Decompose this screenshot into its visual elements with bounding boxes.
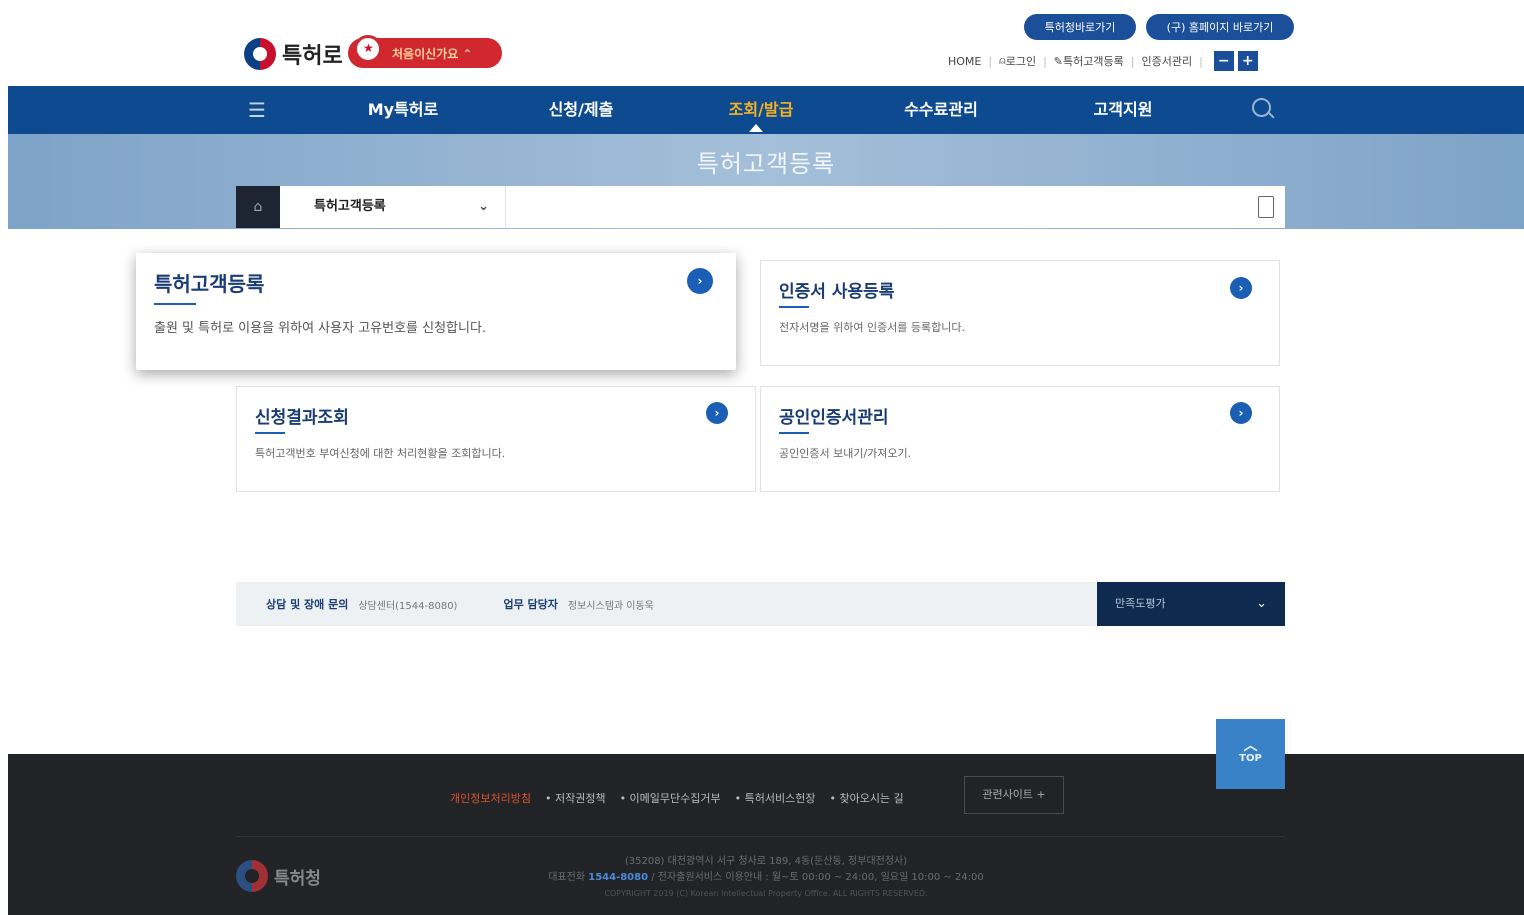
phone-line: 대표전화 1544-8080 / 전자출원서비스 이용안내 : 월~토 00:0…	[8, 870, 1524, 886]
phone-prefix: 대표전화	[548, 872, 586, 883]
arrow-right-icon[interactable]: ›	[1230, 402, 1252, 424]
site-footer: 개인정보처리방침 • 저작권정책 • 이메일무단수집거부 • 특허서비스헌장 •…	[8, 754, 1524, 915]
menu-icon[interactable]: ☰	[248, 98, 280, 122]
print-icon	[1258, 196, 1274, 218]
page-title: 특허고객등록	[696, 150, 836, 178]
site-logo[interactable]: 특허로	[244, 38, 343, 70]
manager-value: 정보시스템과 이동욱	[567, 600, 654, 612]
print-button[interactable]	[1248, 186, 1284, 228]
breadcrumb-selected-label: 특허고객등록	[314, 199, 386, 214]
old-homepage-link-button[interactable]: (구) 홈페이지 바로가기	[1146, 14, 1294, 40]
active-menu-caret	[749, 124, 763, 132]
kipo-link-button[interactable]: 특허청바로가기	[1024, 14, 1136, 40]
register-link[interactable]: 특허고객등록	[1063, 53, 1124, 69]
separator: |	[1043, 54, 1047, 68]
title-underline	[779, 306, 809, 308]
chevron-down-icon: ⌄	[1256, 596, 1267, 611]
footer-link-email[interactable]: • 이메일무단수집거부	[620, 790, 721, 806]
card-title: 공인인증서관리	[779, 408, 889, 428]
footer-link-copyright[interactable]: • 저작권정책	[545, 790, 606, 806]
zoom-in-button[interactable]: +	[1237, 51, 1258, 71]
phone-number: 1544-8080	[588, 872, 649, 883]
card-desc: 전자서명을 위하여 인증서를 등록합니다.	[779, 321, 966, 334]
phone-suffix: / 전자출원서비스 이용안내 : 월~토 00:00 ~ 24:00, 일요일 …	[651, 872, 984, 883]
manager-label: 업무 담당자	[503, 598, 558, 611]
breadcrumb: ⌂ 특허고객등록 ⌄	[236, 186, 1285, 228]
nav-fee-manage[interactable]: 수수료관리	[876, 86, 1006, 134]
card-desc: 출원 및 특허로 이용을 위하여 사용자 고유번호를 신청합니다.	[154, 321, 487, 336]
support-label: 상담 및 장애 문의	[266, 598, 349, 611]
satisfaction-dropdown[interactable]: 만족도평가 ⌄	[1097, 582, 1285, 626]
site-header: 특허로 처음이신가요 ⌃ 특허청바로가기 (구) 홈페이지 바로가기 HOME …	[8, 0, 1524, 86]
global-nav: ☰ My특허로 신청/제출 조회/발급 수수료관리 고객지원	[8, 86, 1524, 134]
separator: |	[1130, 54, 1135, 68]
title-underline	[255, 432, 285, 434]
nav-customer-support[interactable]: 고객지원	[1058, 86, 1188, 134]
card-cert-register[interactable]: 인증서 사용등록 전자서명을 위하여 인증서를 등록합니다. ›	[760, 260, 1280, 366]
separator: |	[1199, 54, 1203, 68]
address-line: (35208) 대전광역시 서구 청사로 189, 4동(둔산동, 정부대전청사…	[624, 856, 908, 867]
card-cert-manage[interactable]: 공인인증서관리 공인인증서 보내기/가져오기. ›	[760, 386, 1280, 492]
home-icon[interactable]: ⌂	[236, 186, 280, 228]
footer-divider	[236, 836, 1285, 837]
footer-address: (35208) 대전광역시 서구 청사로 189, 4동(둔산동, 정부대전청사…	[8, 854, 1524, 902]
card-title: 신청결과조회	[255, 408, 349, 428]
nav-apply-submit[interactable]: 신청/제출	[516, 86, 646, 134]
satisfaction-label: 만족도평가	[1115, 597, 1166, 610]
card-desc: 특허고객번호 부여신청에 대한 처리현황을 조회합니다.	[255, 447, 506, 460]
card-customer-register[interactable]: 특허고객등록 출원 및 특허로 이용을 위하여 사용자 고유번호를 신청합니다.…	[136, 253, 736, 370]
user-icon: ⍝	[999, 54, 1006, 67]
arrow-right-icon[interactable]: ›	[687, 268, 713, 294]
card-result-inquiry[interactable]: 신청결과조회 특허고객번호 부여신청에 대한 처리현황을 조회합니다. ›	[236, 386, 756, 492]
home-link[interactable]: HOME	[948, 55, 981, 68]
support-value: 상담센터(1544-8080)	[358, 600, 458, 612]
arrow-right-icon[interactable]: ›	[1230, 277, 1252, 299]
arrow-right-icon[interactable]: ›	[706, 402, 728, 424]
taegeuk-logo-icon	[244, 38, 276, 70]
emblem-icon	[354, 35, 382, 63]
site-logo-text: 특허로	[282, 44, 343, 69]
pencil-icon: ✎	[1053, 54, 1064, 68]
card-desc: 공인인증서 보내기/가져오기.	[779, 447, 912, 460]
search-icon[interactable]	[1250, 96, 1278, 124]
contact-strip: 상담 및 장애 문의 상담센터(1544-8080) 업무 담당자 정보시스템과…	[236, 582, 1097, 626]
page: 특허로 처음이신가요 ⌃ 특허청바로가기 (구) 홈페이지 바로가기 HOME …	[0, 0, 1524, 915]
chevron-up-icon: ︿	[1243, 738, 1258, 754]
title-underline	[154, 303, 196, 305]
login-link[interactable]: 로그인	[1006, 53, 1036, 69]
separator: |	[988, 54, 993, 68]
card-title: 특허고객등록	[154, 272, 265, 296]
related-sites-button[interactable]: 관련사이트 +	[964, 776, 1064, 814]
zoom-out-button[interactable]: −	[1213, 51, 1234, 71]
copyright: COPYRIGHT 2019 (C) Korean Intellectual P…	[604, 889, 928, 898]
card-title: 인증서 사용등록	[779, 282, 895, 302]
nav-my-patent[interactable]: My특허로	[338, 86, 468, 134]
top-label: TOP	[1239, 753, 1262, 764]
footer-links: 개인정보처리방침 • 저작권정책 • 이메일무단수집거부 • 특허서비스헌장 •…	[450, 790, 918, 806]
chevron-down-icon: ⌄	[478, 199, 489, 214]
first-visit-badge[interactable]: 처음이신가요 ⌃	[348, 35, 502, 68]
footer-link-privacy[interactable]: 개인정보처리방침	[450, 790, 531, 806]
sub-visual: 특허고객등록 ⌂ 특허고객등록 ⌄	[8, 134, 1524, 229]
footer-link-directions[interactable]: • 찾아오시는 길	[829, 790, 903, 806]
title-underline	[779, 432, 809, 434]
cert-manage-link[interactable]: 인증서관리	[1141, 53, 1192, 69]
utility-menu: HOME | ⍝ 로그인 | ✎ 특허고객등록 | 인증서관리 | − +	[948, 51, 1258, 71]
breadcrumb-select[interactable]: 특허고객등록 ⌄	[280, 186, 506, 228]
footer-link-charter[interactable]: • 특허서비스헌장	[735, 790, 816, 806]
scroll-top-button[interactable]: ︿ TOP	[1216, 719, 1285, 789]
first-visit-label: 처음이신가요 ⌃	[392, 46, 473, 61]
